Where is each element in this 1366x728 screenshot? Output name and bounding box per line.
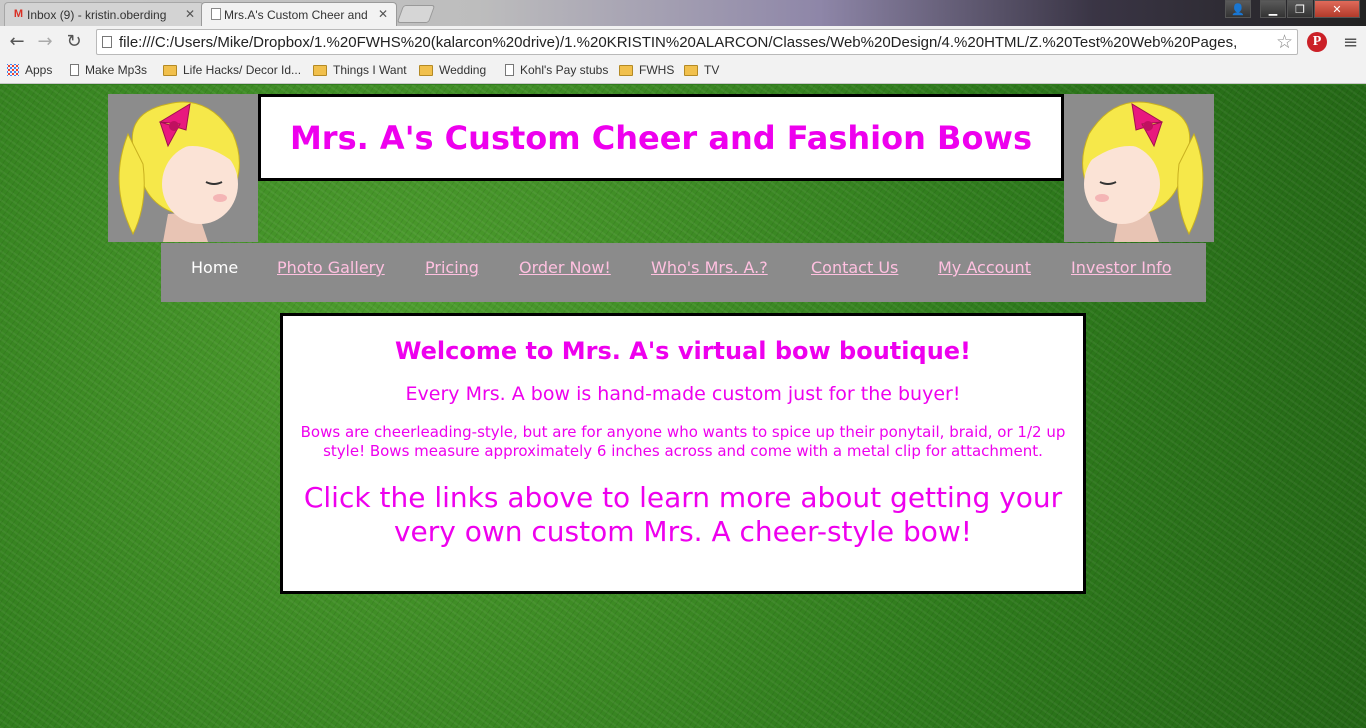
back-arrow-icon[interactable]: ← xyxy=(6,32,28,54)
page-icon xyxy=(211,8,221,20)
folder-icon xyxy=(163,64,177,76)
site-title: Mrs. A's Custom Cheer and Fashion Bows xyxy=(289,118,1033,157)
cheer-girl-image-right xyxy=(1064,94,1214,242)
nav-whos-mrs-a[interactable]: Who's Mrs. A.? xyxy=(651,258,768,277)
browser-toolbar: ← → ↻ file:///C:/Users/Mike/Dropbox/1.%2… xyxy=(0,26,1366,58)
user-icon[interactable]: 👤 xyxy=(1225,0,1251,18)
bookmark-label: Things I Want xyxy=(333,63,407,77)
page-viewport: Mrs. A's Custom Cheer and Fashion Bows H… xyxy=(0,85,1366,728)
close-icon[interactable]: ✕ xyxy=(378,7,388,21)
tab-title: Inbox (9) - kristin.oberding xyxy=(27,7,167,22)
nav-pricing[interactable]: Pricing xyxy=(425,258,479,277)
nav-investor-info[interactable]: Investor Info xyxy=(1071,258,1172,277)
bookmark-make-mp3s[interactable]: Make Mp3s xyxy=(70,63,147,77)
bookmarks-bar: Apps Make Mp3s Life Hacks/ Decor Id... T… xyxy=(0,58,1366,84)
nav-order-now[interactable]: Order Now! xyxy=(519,258,611,277)
gmail-icon: M xyxy=(13,8,24,20)
bookmark-wedding[interactable]: Wedding xyxy=(419,63,486,77)
address-bar[interactable]: file:///C:/Users/Mike/Dropbox/1.%20FWHS%… xyxy=(96,29,1298,55)
bookmark-label: TV xyxy=(704,63,720,77)
nav-photo-gallery[interactable]: Photo Gallery xyxy=(277,258,385,277)
page-icon xyxy=(70,64,79,76)
tab-title: Mrs.A's Custom Cheer and xyxy=(224,7,368,22)
nav-home[interactable]: Home xyxy=(191,258,238,277)
site-title-box: Mrs. A's Custom Cheer and Fashion Bows xyxy=(258,94,1064,181)
pinterest-icon[interactable]: P xyxy=(1307,32,1327,52)
description-text: Bows are cheerleading-style, but are for… xyxy=(300,423,1066,460)
bookmark-fwhs[interactable]: FWHS xyxy=(619,63,674,77)
page-icon xyxy=(505,64,514,76)
star-icon[interactable]: ☆ xyxy=(1276,31,1293,54)
bookmark-label: Make Mp3s xyxy=(85,63,148,77)
bookmark-label: Apps xyxy=(25,63,53,77)
nav-my-account[interactable]: My Account xyxy=(938,258,1031,277)
bookmark-apps[interactable]: Apps xyxy=(7,63,52,77)
reload-icon[interactable]: ↻ xyxy=(63,32,85,54)
intro-text: Every Mrs. A bow is hand-made custom jus… xyxy=(405,383,961,405)
forward-arrow-icon[interactable]: → xyxy=(34,32,56,54)
bookmark-tv[interactable]: TV xyxy=(684,63,719,77)
bookmark-label: Kohl's Pay stubs xyxy=(520,63,609,77)
page-icon xyxy=(102,36,112,48)
close-icon[interactable]: ✕ xyxy=(185,7,195,21)
cheer-girl-image-left xyxy=(108,94,258,242)
nav-contact-us[interactable]: Contact Us xyxy=(811,258,898,277)
tab-strip: M Inbox (9) - kristin.oberding ✕ Mrs.A's… xyxy=(0,0,1366,26)
address-text: file:///C:/Users/Mike/Dropbox/1.%20FWHS%… xyxy=(119,34,1238,51)
bookmark-label: Life Hacks/ Decor Id... xyxy=(183,63,302,77)
apps-icon xyxy=(7,64,19,76)
cheer-girl-illustration xyxy=(1064,94,1214,242)
welcome-heading: Welcome to Mrs. A's virtual bow boutique… xyxy=(394,337,971,365)
tab-current-page[interactable]: Mrs.A's Custom Cheer and ✕ xyxy=(201,2,397,26)
call-to-action-text: Click the links above to learn more abou… xyxy=(303,481,1063,548)
bookmark-things-i-want[interactable]: Things I Want xyxy=(313,63,407,77)
window-controls: 👤 ▁ ❐ ✕ xyxy=(1225,0,1360,18)
folder-icon xyxy=(684,64,698,76)
menu-icon[interactable]: ≡ xyxy=(1343,32,1358,53)
bookmark-label: Wedding xyxy=(439,63,487,77)
new-tab-button[interactable] xyxy=(396,5,436,23)
folder-icon xyxy=(313,64,327,76)
folder-icon xyxy=(619,64,633,76)
bookmark-label: FWHS xyxy=(639,63,675,77)
welcome-content-box: Welcome to Mrs. A's virtual bow boutique… xyxy=(280,313,1086,594)
bookmark-life-hacks[interactable]: Life Hacks/ Decor Id... xyxy=(163,63,301,77)
cheer-girl-illustration xyxy=(108,94,258,242)
close-window-button[interactable]: ✕ xyxy=(1314,0,1360,18)
restore-button[interactable]: ❐ xyxy=(1287,0,1313,18)
bookmark-kohls-pay-stubs[interactable]: Kohl's Pay stubs xyxy=(505,63,608,77)
tab-gmail[interactable]: M Inbox (9) - kristin.oberding ✕ xyxy=(4,2,204,26)
folder-icon xyxy=(419,64,433,76)
site-nav: Home Photo Gallery Pricing Order Now! Wh… xyxy=(161,243,1206,302)
minimize-button[interactable]: ▁ xyxy=(1260,0,1286,18)
